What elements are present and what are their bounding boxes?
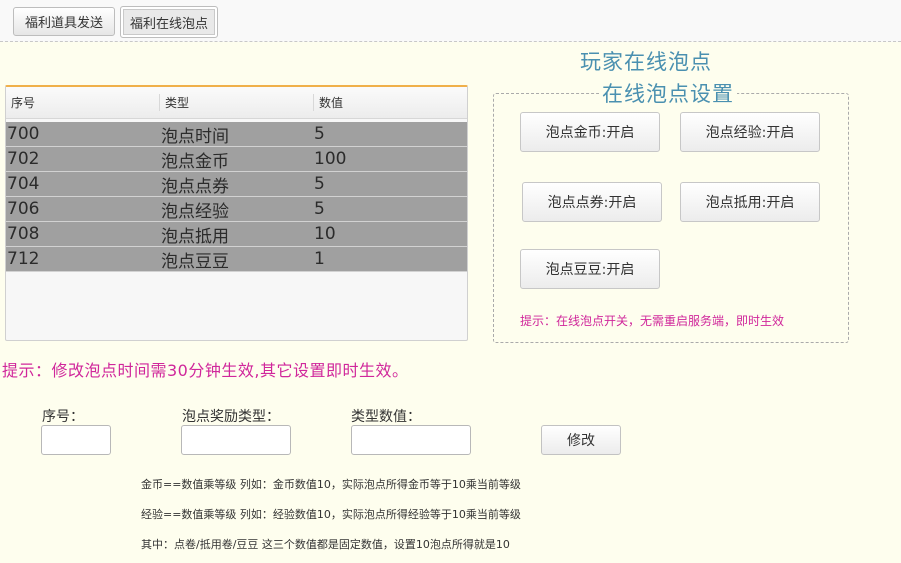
cell-type: 泡点经验	[161, 201, 229, 222]
settings-legend: 在线泡点设置	[599, 78, 737, 108]
cell-value: 5	[314, 174, 325, 194]
table-row[interactable]: 706 泡点经验 5	[6, 197, 467, 222]
table-row[interactable]: 702 泡点金币 100	[6, 147, 467, 172]
cell-seq: 712	[7, 249, 40, 269]
cell-value: 5	[314, 124, 325, 144]
table-row[interactable]: 708 泡点抵用 10	[6, 222, 467, 247]
value-label: 类型数值：	[351, 409, 421, 425]
toggle-beans-button[interactable]: 泡点豆豆:开启	[520, 249, 660, 289]
seq-input[interactable]	[41, 425, 111, 455]
settings-hint: 提示：在线泡点开关，无需重启服务端，即时生效	[520, 314, 785, 328]
note-gold: 金币==数值乘等级 列如：金币数值10，实际泡点所得金币等于10乘当前等级	[141, 478, 521, 491]
type-label: 泡点奖励类型：	[182, 409, 280, 425]
note-exp: 经验==数值乘等级 列如：经验数值10，实际泡点所得经验等于10乘当前等级	[141, 508, 521, 521]
type-input[interactable]	[181, 425, 291, 455]
table-row[interactable]: 704 泡点点券 5	[6, 172, 467, 197]
toggle-gold-button[interactable]: 泡点金币:开启	[520, 112, 660, 152]
cell-seq: 706	[7, 199, 40, 219]
cell-seq: 702	[7, 149, 40, 169]
table-row[interactable]: 700 泡点时间 5	[6, 122, 467, 147]
tab-bar: 福利道具发送 福利在线泡点	[0, 0, 901, 42]
cell-value: 100	[314, 149, 347, 169]
cell-seq: 700	[7, 124, 40, 144]
toggle-voucher-button[interactable]: 泡点抵用:开启	[680, 182, 820, 222]
page-title: 玩家在线泡点	[580, 50, 712, 74]
column-header-value[interactable]: 数值	[313, 94, 463, 111]
seq-label: 序号：	[42, 409, 84, 425]
cell-type: 泡点点券	[161, 176, 229, 197]
cell-value: 5	[314, 199, 325, 219]
table-header: 序号 类型 数值	[6, 87, 467, 119]
toggle-exp-button[interactable]: 泡点经验:开启	[680, 112, 820, 152]
cell-type: 泡点豆豆	[161, 251, 229, 272]
table-row[interactable]: 712 泡点豆豆 1	[6, 247, 467, 272]
cell-value: 1	[314, 249, 325, 269]
main-hint: 提示：修改泡点时间需30分钟生效,其它设置即时生效。	[2, 361, 409, 380]
tab-online-points[interactable]: 福利在线泡点	[120, 6, 218, 38]
modify-button[interactable]: 修改	[541, 425, 621, 455]
cell-value: 10	[314, 224, 336, 244]
cell-seq: 704	[7, 174, 40, 194]
column-header-seq[interactable]: 序号	[6, 94, 159, 111]
value-input[interactable]	[351, 425, 471, 455]
cell-seq: 708	[7, 224, 40, 244]
cell-type: 泡点抵用	[161, 226, 229, 247]
cell-type: 泡点金币	[161, 151, 229, 172]
tab-item-send[interactable]: 福利道具发送	[13, 7, 115, 36]
cell-type: 泡点时间	[161, 126, 229, 147]
table-body: 700 泡点时间 5 702 泡点金币 100 704 泡点点券 5 706 泡…	[6, 122, 467, 272]
column-header-type[interactable]: 类型	[159, 94, 313, 111]
note-fixed: 其中：点卷/抵用卷/豆豆 这三个数值都是固定数值，设置10泡点所得就是10	[141, 538, 510, 551]
toggle-coupon-button[interactable]: 泡点点券:开启	[522, 182, 662, 222]
points-table: 序号 类型 数值 700 泡点时间 5 702 泡点金币 100 704 泡点点…	[5, 85, 468, 341]
